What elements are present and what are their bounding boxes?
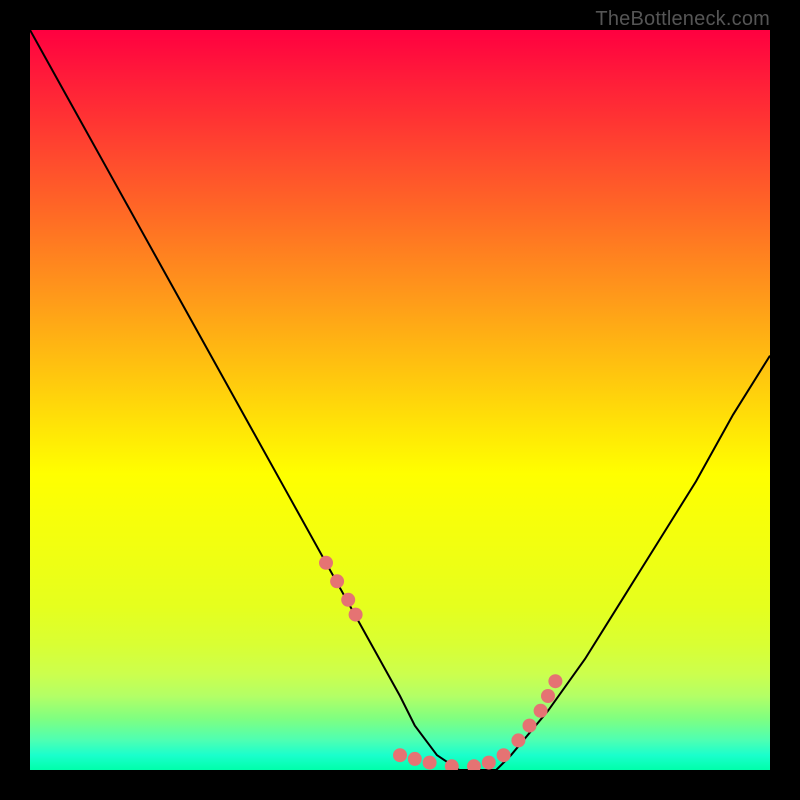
marker-point (319, 556, 333, 570)
marker-point (423, 756, 437, 770)
marker-point (341, 593, 355, 607)
chart-svg (30, 30, 770, 770)
marker-point (511, 733, 525, 747)
marker-point (482, 756, 496, 770)
marker-point (497, 748, 511, 762)
marker-point (330, 574, 344, 588)
marker-point (548, 674, 562, 688)
marker-point (541, 689, 555, 703)
marker-point (534, 704, 548, 718)
marker-point (523, 719, 537, 733)
bottleneck-curve (30, 30, 770, 770)
marker-point (393, 748, 407, 762)
marker-point (349, 608, 363, 622)
watermark-text: TheBottleneck.com (595, 8, 770, 31)
marker-point (408, 752, 422, 766)
chart-plot-area (30, 30, 770, 770)
marker-point (467, 759, 481, 770)
